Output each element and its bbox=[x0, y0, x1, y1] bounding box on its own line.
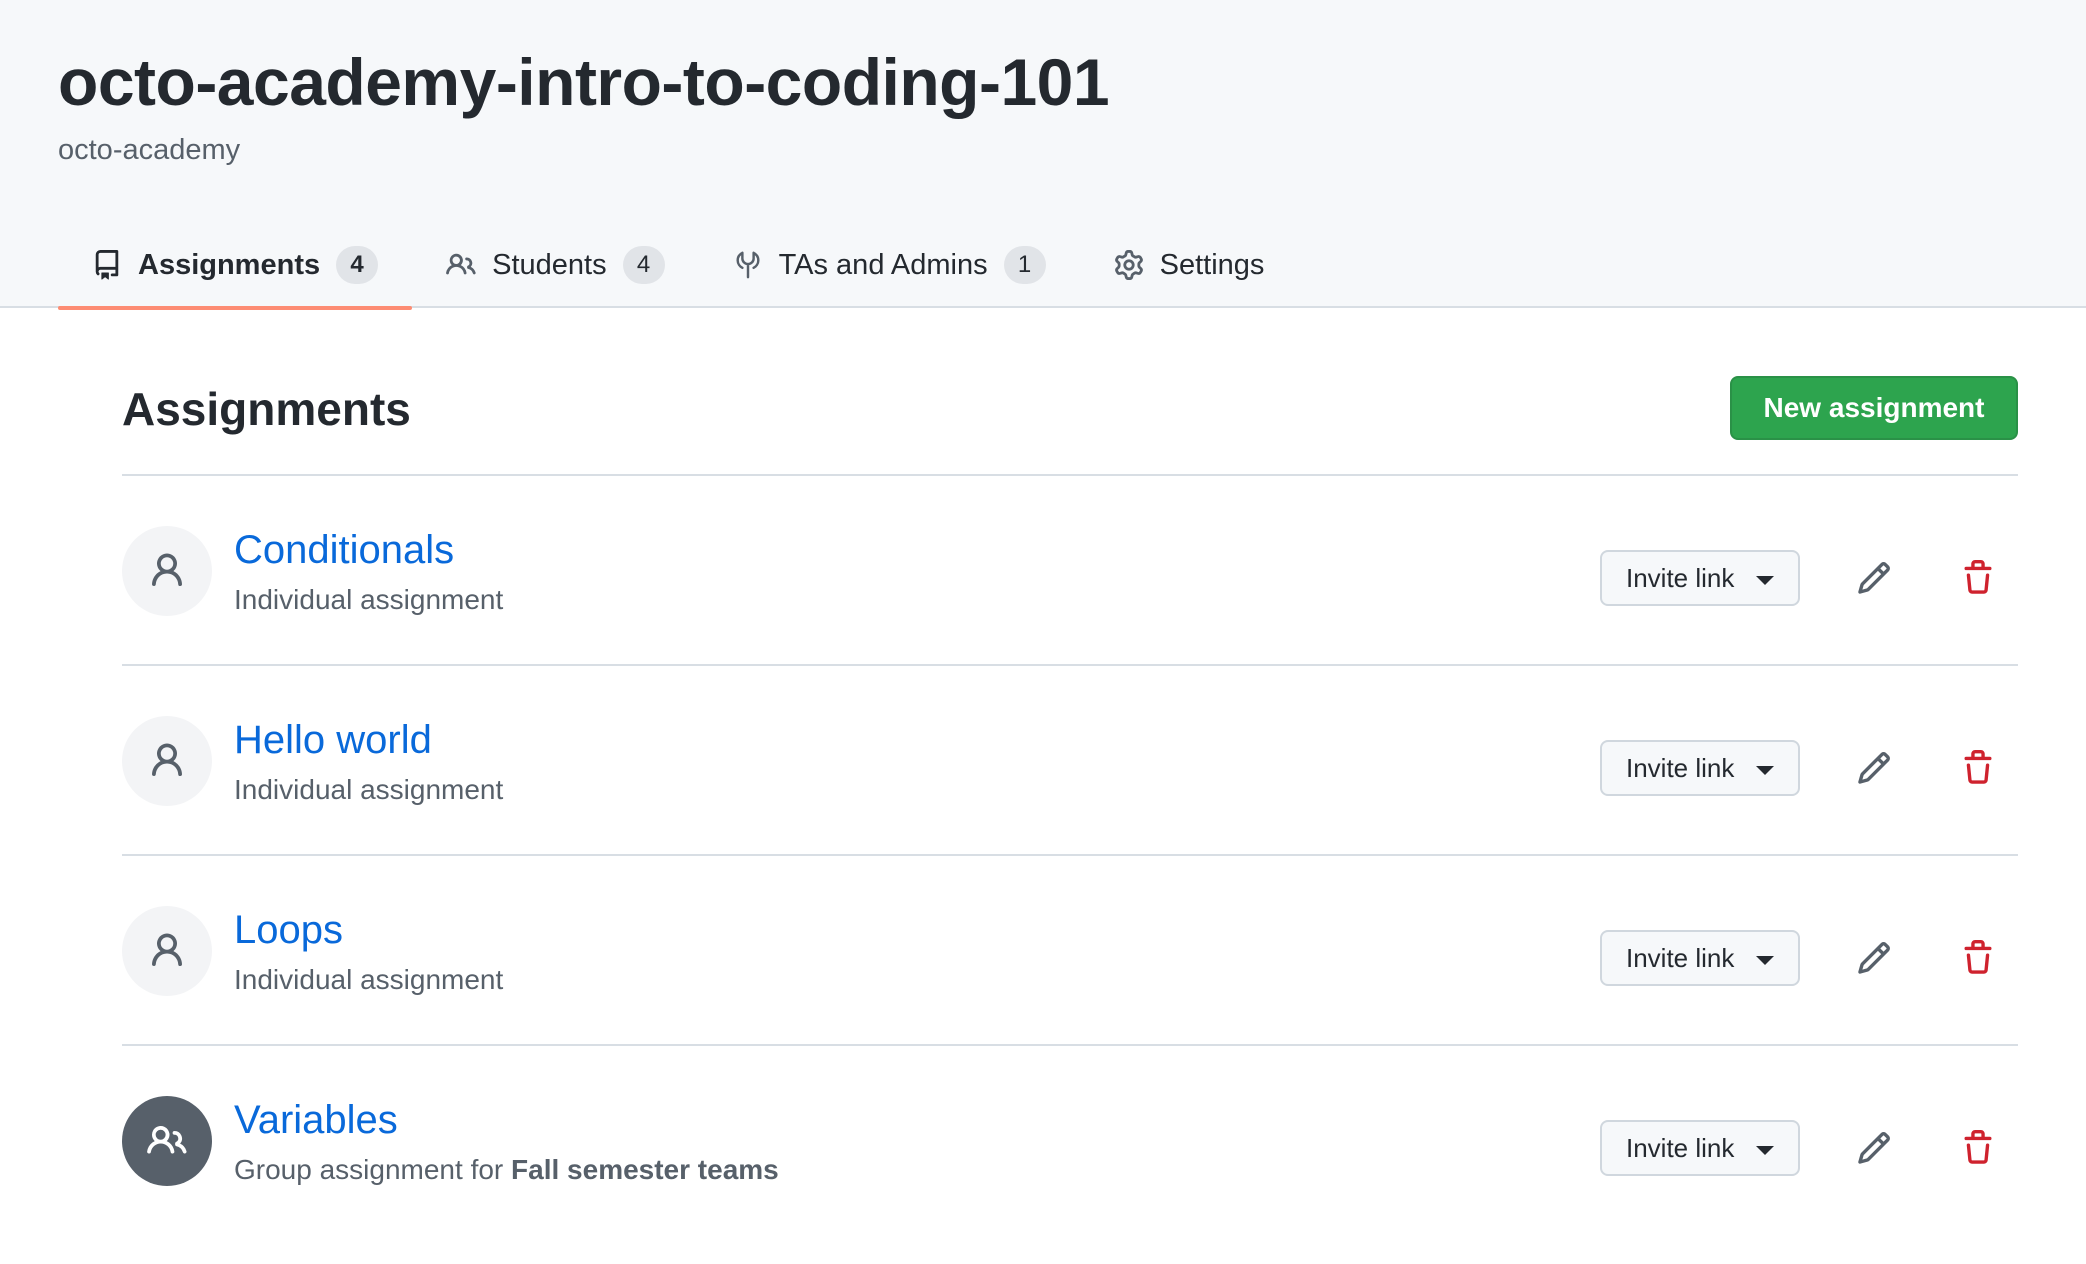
assignment-type: Individual assignment bbox=[234, 584, 504, 615]
invite-link-dropdown[interactable]: Invite link bbox=[1600, 1120, 1800, 1176]
assignment-title-link[interactable]: Loops bbox=[234, 908, 343, 953]
assignment-row: Variables Group assignment for Fall seme… bbox=[122, 1046, 2018, 1236]
assignment-row: Loops Individual assignment Invite link bbox=[122, 856, 2018, 1046]
assignments-section-header: Assignments New assignment bbox=[122, 308, 2018, 476]
trash-icon[interactable] bbox=[1960, 750, 1996, 786]
assignment-type: Individual assignment bbox=[234, 774, 504, 805]
caret-down-icon bbox=[1756, 576, 1774, 585]
gear-icon bbox=[1114, 250, 1144, 280]
tools-icon bbox=[733, 250, 763, 280]
pencil-icon[interactable] bbox=[1856, 560, 1892, 596]
assignment-title-link[interactable]: Variables bbox=[234, 1098, 398, 1143]
classroom-title: octo-academy-intro-to-coding-101 bbox=[58, 45, 1110, 119]
invite-link-dropdown[interactable]: Invite link bbox=[1600, 930, 1800, 986]
tab-settings[interactable]: Settings bbox=[1080, 222, 1299, 308]
trash-icon[interactable] bbox=[1960, 940, 1996, 976]
caret-down-icon bbox=[1756, 1146, 1774, 1155]
classroom-tabs: Assignments 4 Students 4 TAs and Admins … bbox=[58, 222, 1299, 310]
caret-down-icon bbox=[1756, 766, 1774, 775]
person-icon bbox=[122, 526, 212, 616]
person-icon bbox=[122, 906, 212, 996]
assignment-type: Individual assignment bbox=[234, 964, 504, 995]
tab-label: Settings bbox=[1159, 248, 1265, 281]
caret-down-icon bbox=[1756, 956, 1774, 965]
tab-label: Assignments bbox=[138, 248, 321, 281]
assignment-title-link[interactable]: Hello world bbox=[234, 718, 432, 763]
trash-icon[interactable] bbox=[1960, 560, 1996, 596]
invite-link-dropdown[interactable]: Invite link bbox=[1600, 550, 1800, 606]
people-icon bbox=[446, 250, 476, 280]
assignment-row: Conditionals Individual assignment Invit… bbox=[122, 476, 2018, 666]
tab-label: Students bbox=[492, 248, 607, 281]
invite-link-dropdown[interactable]: Invite link bbox=[1600, 740, 1800, 796]
classroom-header: octo-academy-intro-to-coding-101 octo-ac… bbox=[0, 0, 2086, 310]
tas-count-badge: 1 bbox=[1003, 246, 1046, 284]
students-count-badge: 4 bbox=[622, 246, 665, 284]
trash-icon[interactable] bbox=[1960, 1130, 1996, 1166]
group-set-name: Fall semester teams bbox=[511, 1154, 779, 1185]
new-assignment-button[interactable]: New assignment bbox=[1730, 376, 2018, 440]
organization-name[interactable]: octo-academy bbox=[58, 134, 240, 167]
assignments-panel: Assignments New assignment Conditionals … bbox=[122, 308, 2018, 1236]
tab-tas-and-admins[interactable]: TAs and Admins 1 bbox=[699, 222, 1080, 308]
pencil-icon[interactable] bbox=[1856, 1130, 1892, 1166]
tab-assignments[interactable]: Assignments 4 bbox=[58, 222, 413, 310]
tab-label: TAs and Admins bbox=[778, 248, 988, 281]
pencil-icon[interactable] bbox=[1856, 940, 1892, 976]
pencil-icon[interactable] bbox=[1856, 750, 1892, 786]
tab-students[interactable]: Students 4 bbox=[412, 222, 698, 308]
person-icon bbox=[122, 716, 212, 806]
section-title: Assignments bbox=[122, 383, 411, 435]
assignment-type: Group assignment for Fall semester teams bbox=[234, 1154, 779, 1185]
assignment-row: Hello world Individual assignment Invite… bbox=[122, 666, 2018, 856]
repo-icon bbox=[92, 250, 122, 280]
people-icon bbox=[122, 1096, 212, 1186]
assignment-title-link[interactable]: Conditionals bbox=[234, 528, 454, 573]
assignments-count-badge: 4 bbox=[336, 246, 379, 284]
